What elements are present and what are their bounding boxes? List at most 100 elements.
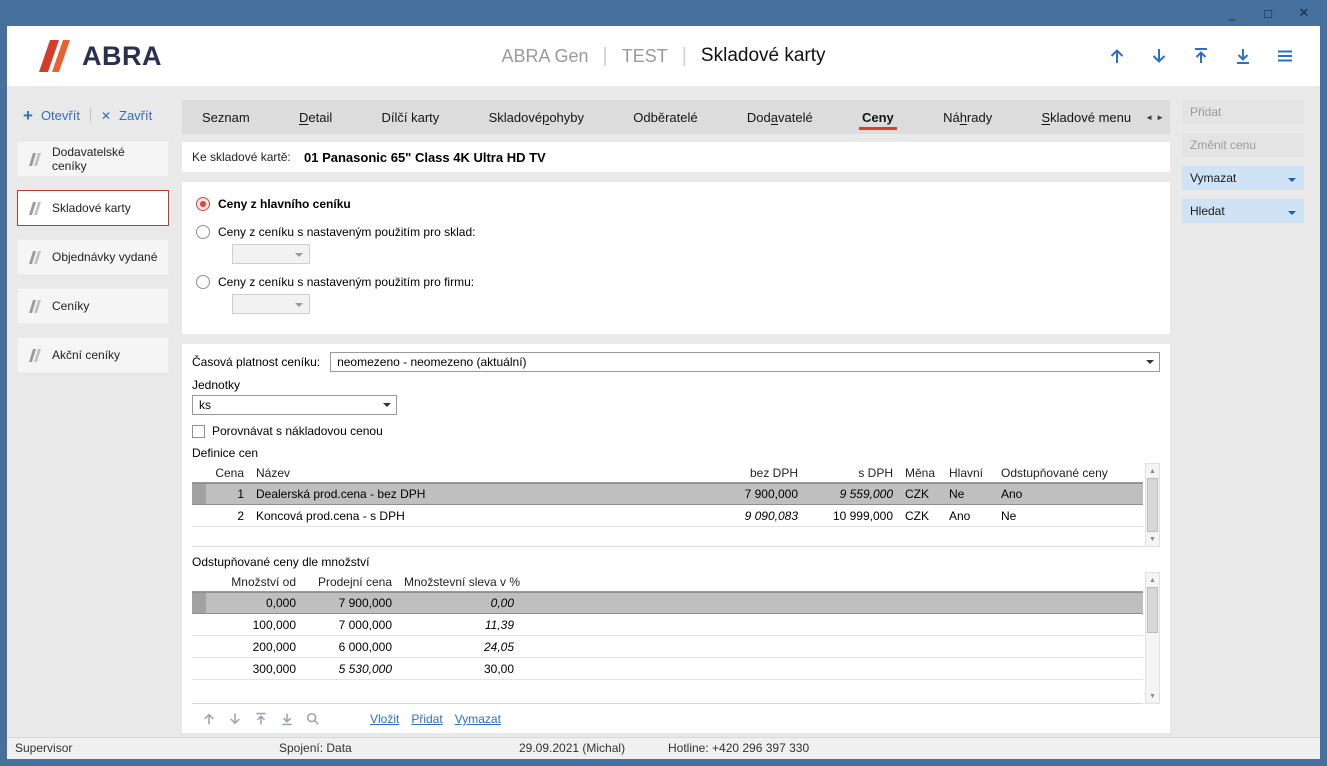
search-icon[interactable] <box>306 712 320 726</box>
price-table-scrollbar[interactable]: ▲ ▼ <box>1145 463 1160 547</box>
vymazat-button[interactable]: Vymazat <box>1182 166 1304 190</box>
scroll-down-icon[interactable]: ▼ <box>1146 532 1159 546</box>
tab-seznam[interactable]: Seznam <box>190 100 262 134</box>
cell: Koncová prod.cena - s DPH <box>250 509 704 523</box>
row-to-bottom-icon[interactable] <box>280 712 294 726</box>
column-header: Množstevní sleva v % <box>398 575 520 589</box>
status-connection: Spojení: Data <box>279 741 352 755</box>
radio-company-pricelist[interactable]: Ceny z ceníku s nastaveným použitím pro … <box>196 275 1170 289</box>
row-to-top-icon[interactable] <box>254 712 268 726</box>
radio-selected-icon <box>196 197 210 211</box>
title-separator: | <box>603 45 608 68</box>
quantity-table-scrollbar[interactable]: ▲ ▼ <box>1145 572 1160 704</box>
chevron-down-icon[interactable] <box>1288 211 1296 219</box>
row-down-icon[interactable] <box>228 712 242 726</box>
arrow-to-top-icon[interactable] <box>1192 47 1210 65</box>
title-separator: | <box>682 45 687 68</box>
sidebar-actions: + Otevřít ✕ Zavřít <box>23 108 181 123</box>
window-titlebar: _ □ ✕ <box>0 0 1327 26</box>
quantity-prices-label: Odstupňované ceny dle množství <box>192 555 1160 569</box>
sidebar-item-objednavky-vydane[interactable]: Objednávky vydané <box>17 239 169 275</box>
pridat-button: Přidat <box>1182 100 1304 124</box>
row-marker <box>192 463 206 482</box>
menu-icon[interactable] <box>1276 47 1294 65</box>
quantity-row[interactable]: 100,0007 000,00011,39 <box>192 614 1143 636</box>
compare-cost-label: Porovnávat s nákladovou cenou <box>212 424 383 438</box>
price-row[interactable]: 1Dealerská prod.cena - bez DPH7 900,0009… <box>192 483 1143 505</box>
radio-unselected-icon <box>196 225 210 239</box>
sidebar-item-dodavatelske-ceniky[interactable]: Dodavatelské ceníky <box>17 141 169 177</box>
quantity-row[interactable]: 200,0006 000,00024,05 <box>192 636 1143 658</box>
compare-cost-checkbox[interactable] <box>192 425 205 438</box>
status-hotline: Hotline: +420 296 397 330 <box>668 741 809 755</box>
insert-row-link[interactable]: Vložit <box>370 712 399 726</box>
card-header-strip: Ke skladové kartě: 01 Panasonic 65" Clas… <box>182 142 1170 172</box>
sidebar-item-label: Dodavatelské ceníky <box>52 145 159 173</box>
sidebar-item-ceniky[interactable]: Ceníky <box>17 288 169 324</box>
table-header-row: CenaNázevbez DPHs DPHMěnaHlavníOdstupňov… <box>192 463 1143 483</box>
tab-ceny[interactable]: Ceny <box>850 100 906 134</box>
add-row-link[interactable]: Přidat <box>411 712 442 726</box>
sidebar-item-label: Skladové karty <box>52 201 131 215</box>
cell: 11,39 <box>398 618 520 632</box>
radio-main-pricelist[interactable]: Ceny z hlavního ceníku <box>196 197 1170 211</box>
scroll-down-icon[interactable]: ▼ <box>1146 689 1159 703</box>
price-source-panel: Ceny z hlavního ceníku Ceny z ceníku s n… <box>182 182 1170 334</box>
tab-nahrady[interactable]: Náhrady <box>931 100 1004 134</box>
arrow-to-bottom-icon[interactable] <box>1234 47 1252 65</box>
quantity-row[interactable]: 300,0005 530,00030,00 <box>192 658 1143 680</box>
minimize-button[interactable]: _ <box>1221 4 1243 22</box>
scroll-up-icon[interactable]: ▲ <box>1146 573 1159 587</box>
radio-warehouse-pricelist[interactable]: Ceny z ceníku s nastaveným použitím pro … <box>196 225 1170 239</box>
card-icon <box>27 300 42 313</box>
sidebar-item-akcni-ceniky[interactable]: Akční ceníky <box>17 337 169 373</box>
tab-dilci-karty[interactable]: Dílčí karty <box>370 100 452 134</box>
arrow-down-icon[interactable] <box>1150 47 1168 65</box>
cell: 7 900,000 <box>302 596 398 610</box>
tab-odberatele[interactable]: Odběratelé <box>621 100 709 134</box>
cell: 7 900,000 <box>704 487 804 501</box>
units-select[interactable]: ks <box>192 395 397 415</box>
delete-row-link[interactable]: Vymazat <box>455 712 501 726</box>
hledat-button[interactable]: Hledat <box>1182 199 1304 223</box>
chevron-down-icon[interactable] <box>1288 178 1296 186</box>
app-window: ABRA ABRA Gen | TEST | Skladové karty + … <box>7 26 1320 759</box>
radio-unselected-icon <box>196 275 210 289</box>
open-button[interactable]: Otevřít <box>41 108 80 123</box>
scroll-up-icon[interactable]: ▲ <box>1146 464 1159 478</box>
tab-skladove-menu[interactable]: Skladové menu <box>1030 100 1144 134</box>
radio-main-pricelist-label: Ceny z hlavního ceníku <box>218 197 351 211</box>
column-header: Množství od <box>206 575 302 589</box>
status-user: Supervisor <box>15 741 72 755</box>
column-header: Odstupňované ceny <box>995 466 1143 480</box>
price-row[interactable]: 2Koncová prod.cena - s DPH9 090,08310 99… <box>192 505 1143 527</box>
tab-scroll-left-icon[interactable]: ◄ <box>1145 113 1153 122</box>
price-definitions-label: Definice cen <box>192 446 1160 460</box>
cell: 2 <box>206 509 250 523</box>
company-pricelist-select[interactable] <box>232 294 310 314</box>
card-icon <box>27 153 42 166</box>
validity-select[interactable]: neomezeno - neomezeno (aktuální) <box>330 352 1160 372</box>
environment-name: TEST <box>622 46 668 67</box>
column-header: Měna <box>899 466 943 480</box>
tab-detail[interactable]: Detail <box>287 100 344 134</box>
price-table: CenaNázevbez DPHs DPHMěnaHlavníOdstupňov… <box>192 463 1143 547</box>
scrollbar-thumb[interactable] <box>1147 587 1158 633</box>
tab-skladove-pohyby[interactable]: Skladové pohyby <box>477 100 596 134</box>
warehouse-pricelist-select[interactable] <box>232 244 310 264</box>
row-marker <box>192 658 206 679</box>
cell: 30,00 <box>398 662 520 676</box>
arrow-up-icon[interactable] <box>1108 47 1126 65</box>
action-button-label: Přidat <box>1190 105 1221 119</box>
tab-dodavatele[interactable]: Dodavatelé <box>735 100 825 134</box>
close-button[interactable]: Zavřít <box>119 108 152 123</box>
row-up-icon[interactable] <box>202 712 216 726</box>
row-marker <box>192 505 206 526</box>
maximize-button[interactable]: □ <box>1257 4 1279 22</box>
sidebar-item-skladove-karty[interactable]: Skladové karty <box>17 190 169 226</box>
close-button[interactable]: ✕ <box>1293 4 1315 22</box>
scrollbar-thumb[interactable] <box>1147 478 1158 532</box>
quantity-row[interactable]: 0,0007 900,0000,00 <box>192 592 1143 614</box>
tab-scroll-right-icon[interactable]: ► <box>1156 113 1164 122</box>
app-header: ABRA ABRA Gen | TEST | Skladové karty <box>7 26 1320 86</box>
